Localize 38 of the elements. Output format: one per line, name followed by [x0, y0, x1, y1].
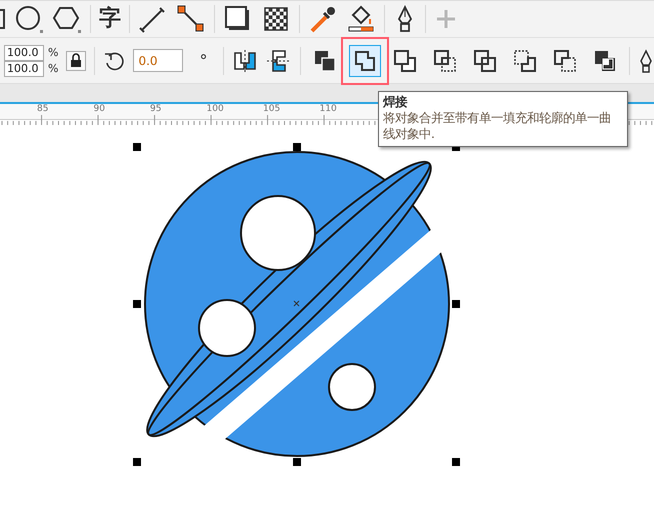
- scale-field[interactable]: 100.0: [4, 60, 44, 76]
- ruler-label: 110: [320, 104, 337, 114]
- ruler-label: 85: [37, 104, 48, 114]
- lock-icon[interactable]: [66, 50, 86, 70]
- trim-icon: [392, 48, 418, 74]
- selection-handle[interactable]: [133, 143, 141, 151]
- intersect-icon: [432, 48, 458, 74]
- weld-button[interactable]: [349, 44, 382, 76]
- ruler-label: 105: [263, 104, 280, 114]
- degree-label: °: [199, 52, 208, 68]
- rotation-field[interactable]: 0.0: [133, 49, 184, 72]
- percent-label: %: [48, 44, 58, 60]
- selection-handle[interactable]: [133, 458, 141, 466]
- ellipse-icon[interactable]: [14, 4, 44, 34]
- connector-icon[interactable]: [176, 4, 206, 34]
- selection-handle[interactable]: [133, 300, 141, 308]
- ruler-label: 95: [150, 104, 162, 114]
- selection-handle[interactable]: [452, 300, 460, 308]
- pen-nib-icon[interactable]: [638, 48, 654, 74]
- back-minus-front-icon: [552, 48, 578, 74]
- percent-label: %: [48, 60, 58, 76]
- tooltip-title: 焊接: [383, 94, 408, 110]
- selection-handle[interactable]: [452, 458, 460, 466]
- scale-field[interactable]: 100.0: [4, 44, 44, 60]
- front-minus-back-icon: [512, 48, 538, 74]
- polygon-icon[interactable]: [52, 4, 82, 34]
- ruler-label: 90: [94, 104, 105, 114]
- mirror-horizontal-icon[interactable]: [232, 48, 258, 74]
- selection-handle[interactable]: [293, 458, 301, 466]
- rotate-icon[interactable]: [103, 50, 126, 72]
- selection-handle[interactable]: [293, 143, 301, 151]
- eyedropper-icon[interactable]: [308, 4, 338, 34]
- ruler-label: 100: [206, 104, 224, 114]
- tooltip-text: 将对象合并至带有单一填充和轮廓的单一曲线对象中.: [383, 110, 612, 142]
- paint-bucket-icon[interactable]: [346, 4, 376, 34]
- text-tool[interactable]: 字: [99, 7, 121, 31]
- center-mark-icon: [294, 300, 300, 306]
- simplify-icon: [472, 48, 498, 74]
